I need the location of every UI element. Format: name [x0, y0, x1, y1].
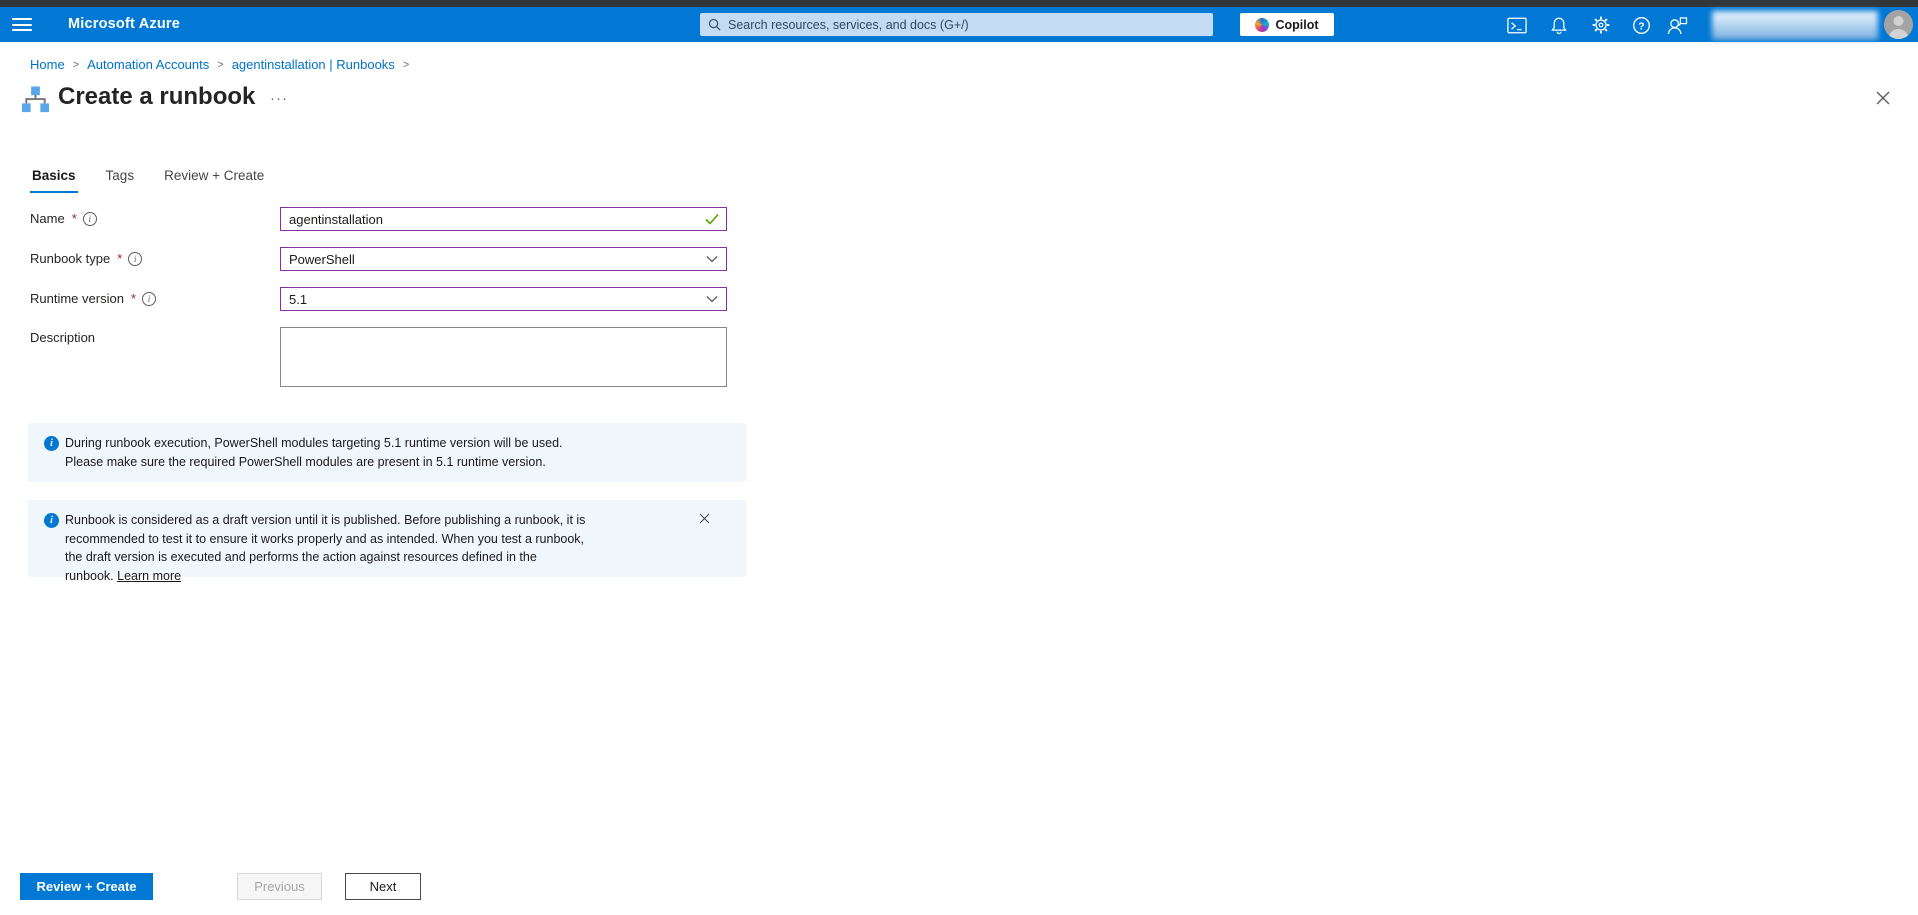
- account-info-redacted: [1712, 11, 1878, 40]
- wizard-tabs: Basics Tags Review + Create: [30, 168, 266, 193]
- breadcrumb-separator: >: [402, 58, 410, 71]
- runbook-icon: [20, 85, 51, 121]
- breadcrumb-separator: >: [217, 58, 224, 71]
- feedback-icon[interactable]: [1666, 15, 1688, 35]
- close-pane-icon[interactable]: [1876, 91, 1890, 110]
- banner-text: During runbook execution, PowerShell mod…: [65, 436, 563, 469]
- info-icon: i: [44, 513, 59, 528]
- page-title: Create a runbook: [58, 83, 256, 110]
- draft-info-banner: i Runbook is considered as a draft versi…: [28, 500, 746, 583]
- breadcrumb-automation-accounts[interactable]: Automation Accounts: [87, 57, 209, 72]
- settings-gear-icon[interactable]: [1590, 15, 1612, 35]
- runtime-version-label: Runtime version * i: [30, 291, 156, 306]
- copilot-icon: [1255, 17, 1270, 32]
- name-info-icon[interactable]: i: [82, 211, 97, 226]
- search-icon: [708, 18, 721, 31]
- learn-more-link[interactable]: Learn more: [117, 569, 181, 583]
- review-create-button[interactable]: Review + Create: [20, 873, 153, 900]
- runbook-type-info-icon[interactable]: i: [128, 251, 143, 266]
- search-input[interactable]: [728, 17, 1205, 32]
- previous-button[interactable]: Previous: [237, 873, 322, 900]
- help-icon[interactable]: ?: [1630, 15, 1652, 35]
- cloud-shell-icon[interactable]: [1506, 15, 1528, 35]
- copilot-button[interactable]: Copilot: [1240, 13, 1334, 36]
- chevron-down-icon: [706, 255, 718, 263]
- info-icon: i: [44, 436, 59, 451]
- runtime-info-banner: i During runbook execution, PowerShell m…: [28, 423, 746, 482]
- svg-text:?: ?: [1638, 21, 1644, 32]
- avatar[interactable]: [1884, 10, 1913, 39]
- brand-title[interactable]: Microsoft Azure: [68, 16, 180, 32]
- runbook-type-dropdown[interactable]: PowerShell: [280, 247, 727, 271]
- tab-tags[interactable]: Tags: [104, 168, 137, 193]
- description-input[interactable]: [280, 327, 727, 387]
- chevron-down-icon: [706, 295, 718, 303]
- azure-top-bar: Microsoft Azure Copilot: [0, 7, 1918, 42]
- banner-close-icon[interactable]: [699, 511, 710, 529]
- tab-review-create[interactable]: Review + Create: [162, 168, 266, 193]
- description-label: Description: [30, 330, 96, 345]
- breadcrumb-home[interactable]: Home: [30, 57, 65, 72]
- global-search[interactable]: [700, 13, 1213, 36]
- required-mark: *: [71, 211, 77, 226]
- breadcrumb-separator: >: [72, 58, 80, 71]
- breadcrumb: Home > Automation Accounts > agentinstal…: [30, 57, 409, 72]
- runbook-type-label: Runbook type * i: [30, 251, 143, 266]
- runtime-version-info-icon[interactable]: i: [142, 291, 156, 306]
- runtime-version-dropdown[interactable]: 5.1: [280, 287, 727, 311]
- browser-chrome-strip: [0, 0, 1918, 7]
- required-mark: *: [130, 291, 136, 306]
- valid-check-icon: [705, 213, 719, 225]
- banner-text: Runbook is considered as a draft version…: [65, 513, 586, 583]
- breadcrumb-runbooks[interactable]: agentinstallation | Runbooks: [232, 57, 395, 72]
- more-actions-icon[interactable]: ···: [270, 90, 288, 107]
- name-label: Name * i: [30, 211, 97, 226]
- tab-basics[interactable]: Basics: [30, 168, 78, 193]
- name-input[interactable]: [280, 207, 727, 231]
- hamburger-menu-icon[interactable]: [12, 15, 32, 34]
- next-button[interactable]: Next: [345, 873, 421, 900]
- notifications-bell-icon[interactable]: [1548, 15, 1570, 35]
- required-mark: *: [117, 251, 123, 266]
